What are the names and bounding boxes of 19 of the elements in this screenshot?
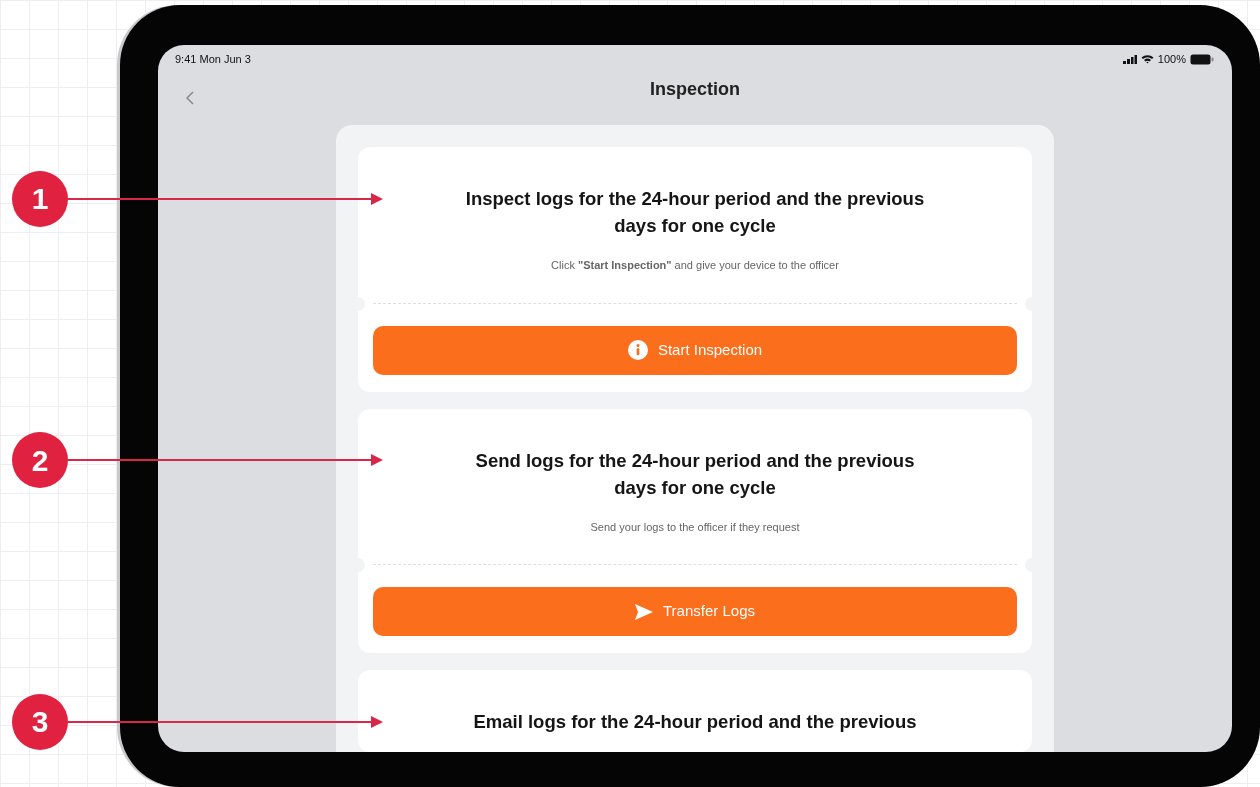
action-button[interactable]: Transfer Logs	[373, 587, 1017, 636]
card-description: Send your logs to the officer if they request	[589, 519, 801, 535]
screen-title: Inspection	[650, 77, 740, 101]
battery-icon	[1190, 53, 1214, 65]
callout-number: 1	[12, 170, 68, 227]
status-time: 9:41 Mon Jun 3	[175, 52, 251, 67]
wifi-icon	[1140, 54, 1154, 65]
send-icon	[635, 603, 653, 620]
info-icon	[627, 340, 648, 360]
callout-number: 3	[12, 693, 68, 750]
card-title: Send logs for the 24-hour period and the previous days for one cycle	[474, 448, 916, 500]
callout-number: 2	[12, 432, 68, 488]
signal-icon	[1122, 54, 1137, 64]
card-title: Email logs for the 24-hour period and the previous	[472, 710, 918, 734]
action-button[interactable]: Start Inspection	[373, 325, 1017, 375]
card-description: Click "Start Inspection" and give your device to the officer	[550, 258, 840, 273]
back-icon	[186, 91, 194, 106]
card-title: Inspect logs for the 24-hour period and the previous days for one cycle	[464, 187, 926, 238]
battery-percent: 100%	[1157, 52, 1186, 67]
